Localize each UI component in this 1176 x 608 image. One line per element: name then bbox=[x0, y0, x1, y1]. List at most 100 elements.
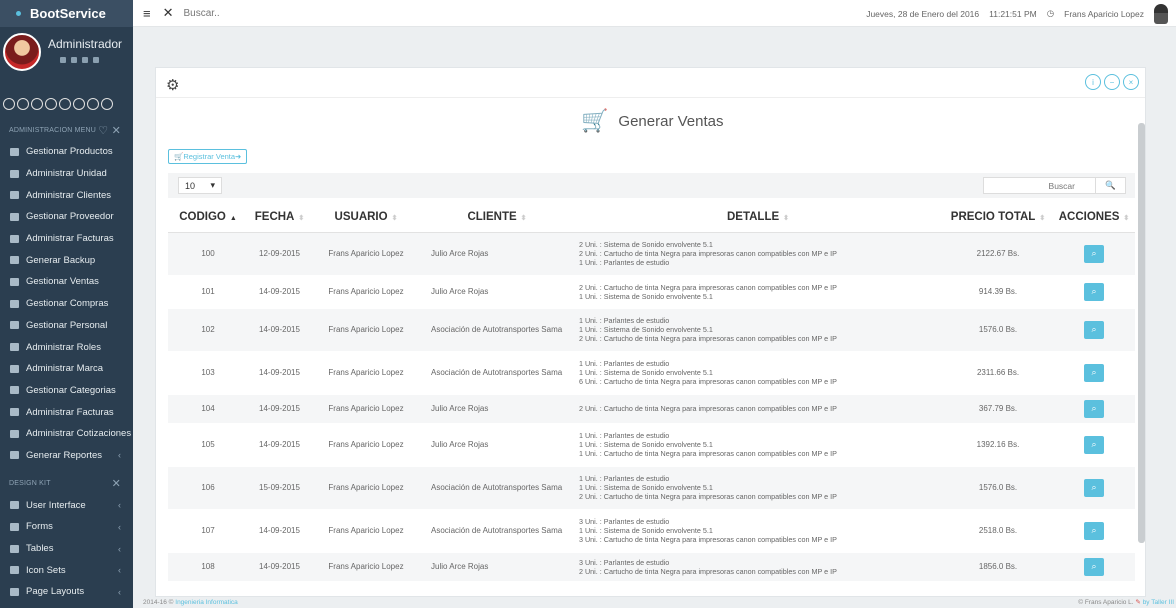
table-search-input[interactable]: Buscar 🔍 bbox=[983, 177, 1126, 194]
sidebar-item[interactable]: Icon Sets ‹ bbox=[0, 559, 133, 581]
sidebar-item-label: Generar Reportes bbox=[26, 449, 103, 461]
sidebar-item[interactable]: Generar Reportes ‹ bbox=[0, 445, 133, 467]
cell-detalle: 3 Uni. : Parlantes de estudio 2 Uni. : Ca… bbox=[573, 552, 943, 582]
user-name[interactable]: Frans Aparicio Lopez bbox=[1064, 9, 1144, 19]
sidebar-item-label: Administrar Cotizaciones bbox=[26, 428, 132, 440]
column-header[interactable]: USUARIO ⬍ bbox=[311, 202, 421, 233]
circle-icon[interactable] bbox=[87, 98, 99, 110]
sidebar-item[interactable]: Administrar Roles bbox=[0, 336, 133, 358]
brand[interactable]: BootService bbox=[0, 0, 133, 27]
user-avatar-icon[interactable] bbox=[1154, 3, 1168, 24]
user-icon[interactable] bbox=[60, 57, 66, 63]
column-header[interactable]: CLIENTE ⬍ bbox=[421, 202, 573, 233]
circle-icon[interactable] bbox=[73, 98, 85, 110]
cell-acciones: ⌕ bbox=[1053, 509, 1135, 553]
sidebar-item[interactable]: Tables ‹ bbox=[0, 538, 133, 560]
footer-author-link[interactable]: by Taller III bbox=[1143, 599, 1174, 606]
avatar[interactable] bbox=[3, 33, 41, 71]
sidebar-item[interactable]: User Interface ‹ bbox=[0, 494, 133, 516]
cell-cliente: Julio Arce Rojas bbox=[421, 394, 573, 424]
mail-icon[interactable] bbox=[71, 57, 77, 63]
footer-link[interactable]: Ingenieria Informatica bbox=[175, 599, 238, 606]
sales-panel: ⚙ i − × 🛒 Generar Ventas 🛒 Registrar Vent… bbox=[155, 67, 1146, 597]
column-header[interactable]: CODIGO ▲ bbox=[168, 202, 248, 233]
column-header[interactable]: PRECIO TOTAL ⬍ bbox=[943, 202, 1053, 233]
circle-icon[interactable] bbox=[31, 98, 43, 110]
sidebar-item[interactable]: Gestionar Ventas bbox=[0, 271, 133, 293]
menu-item-icon bbox=[10, 364, 19, 373]
tools-icon[interactable]: ♡ ✕ bbox=[98, 124, 121, 137]
brand-name: BootService bbox=[30, 6, 106, 21]
sidebar-item[interactable]: Administrar Unidad bbox=[0, 163, 133, 185]
sidebar-item-label: User Interface bbox=[26, 499, 86, 511]
table-row: 100 12-09-2015 Frans Aparicio Lopez Julio A… bbox=[168, 232, 1135, 276]
circle-icon[interactable] bbox=[101, 98, 113, 110]
cell-fecha: 14-09-2015 bbox=[248, 509, 311, 553]
pencil-icon: ✎ bbox=[1135, 599, 1141, 606]
settings-icon[interactable] bbox=[82, 57, 88, 63]
detalle-line: 6 Uni. : Cartucho de tinta Negra para im… bbox=[579, 377, 837, 386]
view-button[interactable]: ⌕ bbox=[1084, 478, 1104, 497]
view-button[interactable]: ⌕ bbox=[1084, 521, 1104, 540]
cell-cliente: Asociación de Autotransportes Sama bbox=[421, 308, 573, 352]
circle-icon[interactable] bbox=[3, 98, 15, 110]
cell-acciones: ⌕ bbox=[1053, 423, 1135, 467]
sidebar-item[interactable]: Gestionar Categorias bbox=[0, 380, 133, 402]
cell-fecha: 15-09-2015 bbox=[248, 466, 311, 510]
info-icon[interactable]: i bbox=[1085, 74, 1101, 90]
cell-detalle: 3 Uni. : Parlantes de estudio 1 Uni. : Si… bbox=[573, 509, 943, 553]
search-icon: ⌕ bbox=[1091, 248, 1097, 258]
menu-toggle-icon[interactable]: ≡ bbox=[143, 6, 151, 21]
detalle-line: 2 Uni. : Sistema de Sonido envolvente 5.… bbox=[579, 240, 713, 249]
minimize-icon[interactable]: − bbox=[1104, 74, 1120, 90]
design-menu: User Interface ‹ Forms ‹ Tables ‹ Icon Sets ‹ Pa… bbox=[0, 494, 133, 602]
page-length-select[interactable]: 10 ▾ bbox=[178, 177, 222, 194]
view-button[interactable]: ⌕ bbox=[1084, 435, 1104, 454]
sidebar-item[interactable]: Administrar Clientes bbox=[0, 184, 133, 206]
search-icon[interactable]: 🔍 bbox=[1095, 178, 1125, 193]
cell-codigo: 104 bbox=[168, 394, 248, 424]
sidebar-item[interactable]: Gestionar Proveedor bbox=[0, 206, 133, 228]
logout-icon[interactable] bbox=[93, 57, 99, 63]
top-search-input[interactable]: Buscar.. bbox=[184, 8, 220, 19]
view-button[interactable]: ⌕ bbox=[1084, 244, 1104, 263]
view-button[interactable]: ⌕ bbox=[1084, 282, 1104, 301]
sidebar-item[interactable]: Page Layouts ‹ bbox=[0, 581, 133, 603]
sidebar-item[interactable]: Administrar Cotizaciones bbox=[0, 423, 133, 445]
footer-right: © Frans Aparicio L. ✎ by Taller III bbox=[1078, 598, 1174, 606]
circle-icon[interactable] bbox=[17, 98, 29, 110]
cell-precio: 2122.67 Bs. bbox=[943, 232, 1053, 276]
view-button[interactable]: ⌕ bbox=[1084, 399, 1104, 418]
sidebar-item[interactable]: Administrar Facturas bbox=[0, 228, 133, 250]
column-header[interactable]: ACCIONES ⬍ bbox=[1053, 202, 1135, 233]
view-button[interactable]: ⌕ bbox=[1084, 320, 1104, 339]
tools-icon[interactable]: ✕ bbox=[163, 5, 174, 21]
tools-icon[interactable]: ✕ bbox=[112, 477, 121, 490]
gear-icon[interactable]: ⚙ bbox=[166, 76, 179, 94]
sidebar-item[interactable]: Gestionar Compras bbox=[0, 293, 133, 315]
scrollbar[interactable] bbox=[1138, 123, 1145, 543]
cell-precio: 1576.0 Bs. bbox=[943, 466, 1053, 510]
column-header[interactable]: DETALLE ⬍ bbox=[573, 202, 943, 233]
sort-icon: ⬍ bbox=[520, 214, 527, 222]
view-button[interactable]: ⌕ bbox=[1084, 557, 1104, 576]
sidebar-item[interactable]: Forms ‹ bbox=[0, 516, 133, 538]
register-sale-button[interactable]: 🛒 Registrar Venta ➜ bbox=[168, 149, 248, 164]
view-button[interactable]: ⌕ bbox=[1084, 363, 1104, 382]
cell-fecha: 14-09-2015 bbox=[248, 394, 311, 424]
sidebar-item[interactable]: Gestionar Personal bbox=[0, 315, 133, 337]
circle-icon[interactable] bbox=[59, 98, 71, 110]
sidebar-item[interactable]: Administrar Marca bbox=[0, 358, 133, 380]
admin-menu-header: ADMINISTRACION MENU ♡ ✕ bbox=[0, 119, 133, 141]
column-header[interactable]: FECHA ⬍ bbox=[248, 202, 311, 233]
cart-icon: 🛒 bbox=[581, 108, 609, 133]
sidebar-item[interactable]: Gestionar Productos bbox=[0, 141, 133, 163]
sidebar-item-label: Gestionar Productos bbox=[26, 146, 113, 158]
menu-item-icon bbox=[10, 234, 19, 243]
cell-cliente: Julio Arce Rojas bbox=[421, 275, 573, 309]
sidebar-item[interactable]: Administrar Facturas bbox=[0, 401, 133, 423]
circle-icon[interactable] bbox=[45, 98, 57, 110]
close-icon[interactable]: × bbox=[1123, 74, 1139, 90]
sidebar-item[interactable]: Generar Backup bbox=[0, 249, 133, 271]
menu-item-icon bbox=[10, 566, 19, 575]
